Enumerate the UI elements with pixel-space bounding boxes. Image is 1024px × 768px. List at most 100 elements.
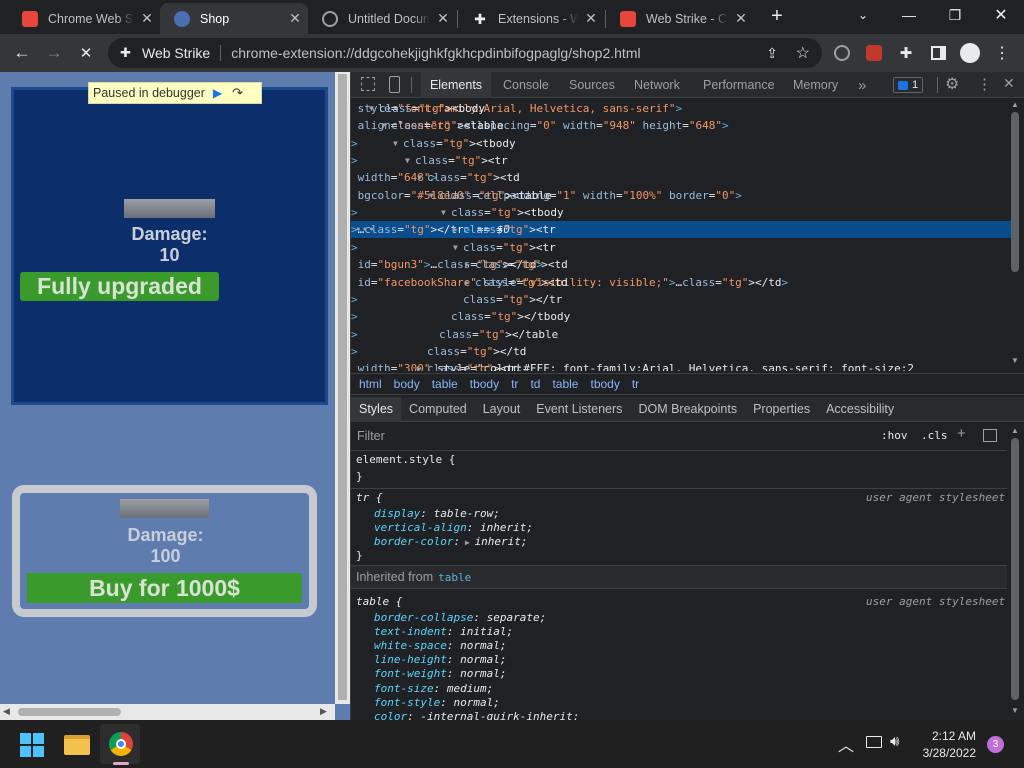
extension-web-strike-icon[interactable]	[828, 39, 856, 67]
issues-badge[interactable]: 1	[893, 77, 924, 93]
extension-icon[interactable]: ✚	[120, 45, 136, 61]
close-devtools-icon[interactable]: ✕	[1003, 75, 1015, 92]
breadcrumb-item[interactable]: html	[359, 377, 382, 391]
dom-node-line[interactable]: ▼ class="tg"><td width="648">	[351, 169, 1011, 186]
dom-node-line[interactable]: ▼ class="tg"><table align="center" cellsp…	[351, 117, 1011, 134]
dom-node-line[interactable]: ▼ class="tg"><table bgcolor="#518ed0" cel…	[351, 187, 1011, 204]
network-icon[interactable]	[866, 736, 882, 748]
table-rule-selector[interactable]: table {	[356, 593, 402, 610]
device-toolbar-icon[interactable]	[389, 76, 400, 93]
horizontal-scrollbar-thumb[interactable]	[18, 708, 121, 716]
omnibox[interactable]: ✚ Web Strike chrome-extension://ddgcohek…	[108, 38, 822, 68]
tab-console[interactable]: Console	[503, 72, 549, 98]
scroll-down-arrow[interactable]: ▼	[1011, 356, 1019, 365]
scroll-right-arrow[interactable]: ▶	[320, 706, 327, 717]
breadcrumb-item[interactable]: tr	[632, 377, 639, 391]
profile-avatar-icon[interactable]	[956, 39, 984, 67]
tab-extensions[interactable]: ✚ Extensions - Web Strike ✕	[458, 3, 604, 34]
tab-shop[interactable]: Shop ✕	[160, 3, 308, 34]
new-style-rule-icon[interactable]: +	[957, 425, 966, 442]
buy-button[interactable]: Buy for 1000$	[27, 573, 302, 603]
styles-tab[interactable]: Layout	[475, 397, 529, 422]
dom-node-line[interactable]: ▶ class="tg"><td width="300" style="color…	[351, 360, 1011, 371]
dom-tree-scrollbar[interactable]	[1011, 112, 1019, 272]
breadcrumb-item[interactable]: body	[394, 377, 420, 391]
dom-node-line[interactable]: ▶ class="tg"><td id="facebookShare" style…	[351, 274, 1011, 291]
show-hidden-icons-chevron-icon[interactable]: ︿	[838, 732, 854, 756]
url-text[interactable]: chrome-extension://ddgcohekjighkfgkhcpdi…	[231, 45, 640, 61]
settings-gear-icon[interactable]: ⚙	[945, 74, 959, 94]
back-button[interactable]: ←	[8, 39, 36, 67]
dom-node-line[interactable]: class="tg"></td >	[351, 343, 1011, 360]
close-tab-icon[interactable]: ✕	[282, 10, 308, 27]
styles-tab[interactable]: Event Listeners	[528, 397, 630, 422]
share-icon[interactable]: ⇪	[766, 45, 778, 62]
tab-web-strike[interactable]: Web Strike - Chrome ✕	[606, 3, 754, 34]
restore-button[interactable]: ❐	[932, 0, 978, 30]
dom-node-line[interactable]: ▼ class="tg"><tr >	[351, 152, 1011, 169]
css-property[interactable]: border-color: ▶ inherit;	[374, 533, 528, 550]
breadcrumb-item[interactable]: table	[552, 377, 578, 391]
dom-node-line[interactable]: ▼ class="tg"><tbody >	[351, 135, 1011, 152]
scroll-down-arrow[interactable]: ▼	[1011, 706, 1019, 715]
scroll-left-arrow[interactable]: ◀	[3, 706, 10, 717]
stop-loading-button[interactable]: ✕	[72, 39, 100, 67]
filter-input[interactable]: Filter	[351, 424, 871, 448]
element-style-selector[interactable]: element.style {	[356, 451, 455, 468]
side-panel-icon[interactable]	[924, 39, 952, 67]
scroll-up-arrow[interactable]: ▲	[1011, 426, 1019, 435]
close-tab-icon[interactable]: ✕	[134, 10, 160, 27]
styles-scrollbar[interactable]	[1011, 438, 1019, 700]
fully-upgraded-button[interactable]: Fully upgraded	[20, 272, 219, 301]
resume-icon[interactable]: ▶	[213, 86, 222, 100]
tab-network[interactable]: Network	[634, 72, 680, 98]
close-tab-icon[interactable]: ✕	[430, 10, 456, 27]
cls-button[interactable]: .cls	[921, 429, 948, 442]
tab-sources[interactable]: Sources	[569, 72, 615, 98]
clock-date[interactable]: 3/28/2022	[916, 746, 976, 760]
styles-tab[interactable]: Properties	[745, 397, 818, 422]
tab-performance[interactable]: Performance	[703, 72, 775, 98]
breadcrumb-item[interactable]: tr	[511, 377, 518, 391]
dom-node-line[interactable]: class="tg"></tbody >	[351, 308, 1011, 325]
styles-tab[interactable]: Accessibility	[818, 397, 902, 422]
menu-kebab-icon[interactable]: ⋮	[988, 39, 1016, 67]
close-window-button[interactable]: ✕	[978, 0, 1024, 30]
minimize-button[interactable]: —	[886, 0, 932, 30]
forward-button[interactable]: →	[40, 39, 68, 67]
styles-tab[interactable]: DOM Breakpoints	[630, 397, 745, 422]
breadcrumb-item[interactable]: td	[530, 377, 540, 391]
tr-rule-selector[interactable]: tr {	[356, 489, 383, 506]
dom-node-line[interactable]: class="tg"></tr >	[351, 291, 1011, 308]
hov-button[interactable]: :hov	[881, 429, 908, 442]
notification-badge[interactable]: 3	[987, 736, 1004, 753]
file-explorer-icon[interactable]	[64, 735, 90, 755]
dom-node-line[interactable]: ▶ class="tg"><td id="bgun3">…class="tg"><…	[351, 256, 1011, 273]
bookmark-star-icon[interactable]: ☆	[796, 43, 810, 63]
clock-time[interactable]: 2:12 AM	[920, 729, 976, 743]
inspect-element-icon[interactable]	[361, 77, 375, 91]
step-over-icon[interactable]: ↷	[232, 85, 243, 101]
extensions-puzzle-icon[interactable]: ✚	[892, 39, 920, 67]
styles-tab[interactable]: Styles	[351, 396, 402, 422]
extension-red-icon[interactable]	[860, 39, 888, 67]
volume-icon[interactable]: 🔊︎	[890, 733, 899, 750]
dom-node-line[interactable]: ▼ class="tg"><tbody >	[351, 204, 1011, 221]
dom-node-line[interactable]: ▼ class="tg"><tr >	[351, 239, 1011, 256]
breadcrumb-item[interactable]: tbody	[470, 377, 499, 391]
new-tab-button[interactable]: +	[766, 5, 788, 27]
vertical-scrollbar-thumb[interactable]	[338, 74, 347, 700]
breadcrumb-item[interactable]: tbody	[590, 377, 619, 391]
close-tab-icon[interactable]: ✕	[578, 10, 604, 27]
more-tabs-icon[interactable]: »	[858, 72, 866, 98]
inherited-from-link[interactable]: table	[438, 571, 471, 584]
scroll-up-arrow[interactable]: ▲	[1011, 100, 1019, 109]
styles-tab[interactable]: Computed	[401, 397, 475, 422]
close-tab-icon[interactable]: ✕	[728, 10, 754, 27]
dom-node-line[interactable]: class="tg"></table >	[351, 326, 1011, 343]
dom-node-line[interactable]: ▼ class="tg"><body style="font-family:Ari…	[351, 100, 1011, 117]
tab-untitled-document[interactable]: Untitled Document ✕	[308, 3, 456, 34]
tab-chrome-web-store[interactable]: Chrome Web Store - Extensions ✕	[8, 3, 160, 34]
start-windows-icon[interactable]	[20, 733, 44, 757]
breadcrumb-item[interactable]: table	[432, 377, 458, 391]
